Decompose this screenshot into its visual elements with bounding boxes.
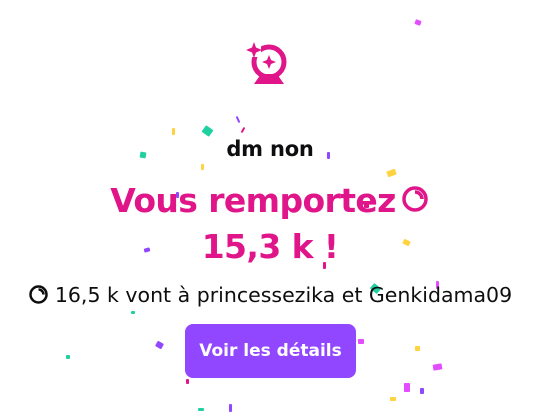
summary-text: 16,5 k vont à princessezika et Genkidama…: [54, 283, 513, 307]
win-label: Vous remportez: [110, 181, 396, 220]
prediction-summary: 16,5 k vont à princessezika et Genkidama…: [0, 282, 540, 324]
prediction-question: dm non: [226, 137, 314, 161]
channel-points-icon: [28, 284, 49, 312]
win-line: Vous remportez: [0, 179, 540, 225]
win-amount: 15,3 k !: [201, 227, 339, 266]
view-details-button[interactable]: Voir les détails: [185, 324, 356, 378]
crystal-ball-sparkle-icon: [244, 40, 292, 88]
channel-points-icon: [400, 181, 430, 225]
win-message: Vous remportez 15,3 k !: [0, 179, 540, 269]
